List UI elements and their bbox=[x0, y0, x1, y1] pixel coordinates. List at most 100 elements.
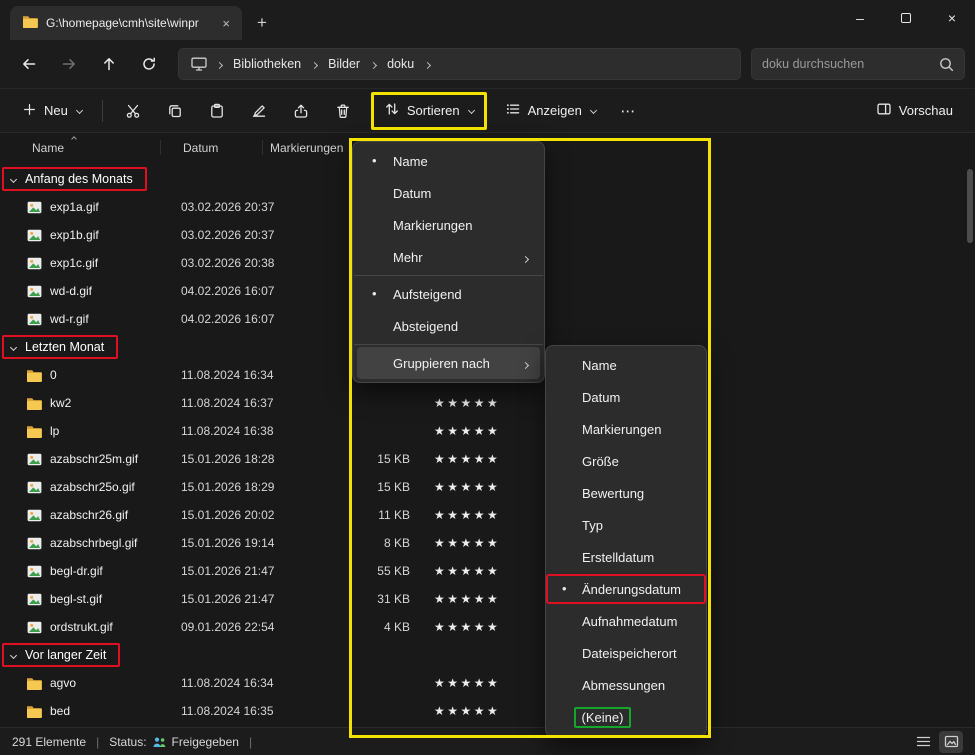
sort-menu-item[interactable]: Datum bbox=[357, 177, 540, 209]
group-by-menu-item[interactable]: Abmessungen bbox=[550, 669, 702, 701]
sort-menu-item[interactable]: •Name bbox=[357, 145, 540, 177]
file-name-cell: bed bbox=[0, 704, 167, 718]
file-row[interactable]: azabschr25o.gif15.01.2026 18:2915 KB★★★★… bbox=[0, 473, 965, 501]
sort-menu-item[interactable]: Mehr bbox=[357, 241, 540, 273]
details-view-button[interactable] bbox=[911, 731, 935, 753]
menu-item-label: Name bbox=[393, 154, 428, 169]
image-file-icon bbox=[26, 621, 42, 634]
menu-separator bbox=[354, 344, 543, 345]
copy-button[interactable] bbox=[155, 94, 195, 128]
file-name: azabschrbegl.gif bbox=[50, 536, 137, 550]
group-header-row[interactable]: Vor langer Zeit bbox=[0, 641, 965, 669]
file-name-cell: exp1a.gif bbox=[0, 200, 167, 214]
file-row[interactable]: azabschr26.gif15.01.2026 20:0211 KB★★★★★ bbox=[0, 501, 965, 529]
file-date: 15.01.2026 21:47 bbox=[167, 592, 295, 606]
file-name: wd-r.gif bbox=[50, 312, 89, 326]
sort-menu-item[interactable]: •Aufsteigend bbox=[357, 278, 540, 310]
preview-button[interactable]: Vorschau bbox=[866, 94, 963, 128]
file-name: bed bbox=[50, 704, 70, 718]
image-file-icon bbox=[26, 313, 42, 326]
breadcrumb[interactable]: Bibliotheken Bilder doku bbox=[178, 48, 741, 80]
group-by-menu-item[interactable]: Name bbox=[550, 349, 702, 381]
rating-stars: ★★★★★ bbox=[434, 620, 500, 634]
group-by-menu-item[interactable]: Typ bbox=[550, 509, 702, 541]
view-button[interactable]: Anzeigen bbox=[495, 94, 606, 128]
file-name: 0 bbox=[50, 368, 57, 382]
file-row[interactable]: agvo11.08.2024 16:34★★★★★ bbox=[0, 669, 965, 697]
maximize-button[interactable] bbox=[883, 0, 929, 36]
column-divider[interactable] bbox=[262, 140, 263, 155]
file-row[interactable]: azabschr25m.gif15.01.2026 18:2815 KB★★★★… bbox=[0, 445, 965, 473]
new-button-label: Neu bbox=[44, 103, 68, 118]
minimize-button[interactable]: – bbox=[837, 0, 883, 36]
more-button[interactable]: ⋯ bbox=[608, 94, 648, 128]
chevron-right-icon bbox=[523, 250, 528, 265]
tab-close-icon[interactable]: × bbox=[218, 16, 234, 31]
column-header-date[interactable]: Datum bbox=[183, 141, 218, 155]
file-row[interactable]: azabschrbegl.gif15.01.2026 19:148 KB★★★★… bbox=[0, 529, 965, 557]
paste-button[interactable] bbox=[197, 94, 237, 128]
selected-bullet-icon: • bbox=[372, 286, 377, 301]
file-row[interactable]: begl-st.gif15.01.2026 21:4731 KB★★★★★ bbox=[0, 585, 965, 613]
toolbar-divider bbox=[102, 100, 103, 122]
command-toolbar: Neu Sortieren Anzeigen ⋯ Vorschau bbox=[0, 88, 975, 133]
new-tab-button[interactable]: + bbox=[248, 9, 276, 37]
file-name: begl-dr.gif bbox=[50, 564, 103, 578]
share-button[interactable] bbox=[281, 94, 321, 128]
group-by-menu-item[interactable]: Dateispeicherort bbox=[550, 637, 702, 669]
new-button[interactable]: Neu bbox=[12, 94, 92, 128]
explorer-tab[interactable]: G:\homepage\cmh\site\winpr × bbox=[10, 6, 242, 40]
menu-item-label: Größe bbox=[582, 454, 619, 469]
column-divider[interactable] bbox=[160, 140, 161, 155]
group-by-menu-item[interactable]: (Keine) bbox=[550, 701, 702, 733]
file-row[interactable]: lp11.08.2024 16:38★★★★★ bbox=[0, 417, 965, 445]
breadcrumb-item[interactable]: Bilder bbox=[320, 54, 368, 74]
sort-menu-item[interactable]: Markierungen bbox=[357, 209, 540, 241]
group-by-menu-item[interactable]: Aufnahmedatum bbox=[550, 605, 702, 637]
menu-item-label: Erstelldatum bbox=[582, 550, 654, 565]
file-date: 11.08.2024 16:34 bbox=[167, 676, 295, 690]
sort-button[interactable]: Sortieren bbox=[371, 92, 487, 130]
column-header-tags[interactable]: Markierungen bbox=[270, 141, 343, 155]
file-name-cell: 0 bbox=[0, 368, 167, 382]
search-box[interactable] bbox=[751, 48, 965, 80]
status-separator: | bbox=[249, 735, 252, 749]
breadcrumb-item[interactable]: doku bbox=[379, 54, 422, 74]
refresh-button[interactable] bbox=[130, 47, 168, 81]
file-name: azabschr25o.gif bbox=[50, 480, 135, 494]
sort-menu-item[interactable]: Gruppieren nach bbox=[357, 347, 540, 379]
file-row[interactable]: begl-dr.gif15.01.2026 21:4755 KB★★★★★ bbox=[0, 557, 965, 585]
file-date: 11.08.2024 16:38 bbox=[167, 424, 295, 438]
column-header-name[interactable]: Name bbox=[32, 141, 64, 155]
group-by-menu-item[interactable]: Markierungen bbox=[550, 413, 702, 445]
group-by-menu-item[interactable]: Bewertung bbox=[550, 477, 702, 509]
scrollbar-thumb[interactable] bbox=[967, 169, 973, 243]
file-name-cell: lp bbox=[0, 424, 167, 438]
file-row[interactable]: ordstrukt.gif09.01.2026 22:544 KB★★★★★ bbox=[0, 613, 965, 641]
breadcrumb-item[interactable]: Bibliotheken bbox=[225, 54, 309, 74]
group-by-menu-item[interactable]: Datum bbox=[550, 381, 702, 413]
file-row[interactable]: bed11.08.2024 16:35★★★★★ bbox=[0, 697, 965, 725]
cut-button[interactable] bbox=[113, 94, 153, 128]
group-by-menu-item[interactable]: Erstelldatum bbox=[550, 541, 702, 573]
file-size: 11 KB bbox=[352, 508, 410, 522]
group-by-menu-item[interactable]: Größe bbox=[550, 445, 702, 477]
file-date: 03.02.2026 20:37 bbox=[167, 228, 295, 242]
scrollbar[interactable] bbox=[967, 165, 973, 723]
rating-stars: ★★★★★ bbox=[434, 564, 500, 578]
close-button[interactable]: × bbox=[929, 0, 975, 36]
annotation-green-box: (Keine) bbox=[574, 707, 632, 728]
back-button[interactable] bbox=[10, 47, 48, 81]
forward-button[interactable] bbox=[50, 47, 88, 81]
group-by-menu-item[interactable]: •Änderungsdatum bbox=[550, 573, 702, 605]
search-icon[interactable] bbox=[939, 57, 954, 72]
sort-menu-item[interactable]: Absteigend bbox=[357, 310, 540, 342]
search-input[interactable] bbox=[762, 57, 939, 71]
image-file-icon bbox=[26, 593, 42, 606]
rename-button[interactable] bbox=[239, 94, 279, 128]
thumbnail-view-button[interactable] bbox=[939, 731, 963, 753]
file-date: 15.01.2026 18:28 bbox=[167, 452, 295, 466]
delete-button[interactable] bbox=[323, 94, 363, 128]
file-row[interactable]: kw211.08.2024 16:37★★★★★ bbox=[0, 389, 965, 417]
up-button[interactable] bbox=[90, 47, 128, 81]
